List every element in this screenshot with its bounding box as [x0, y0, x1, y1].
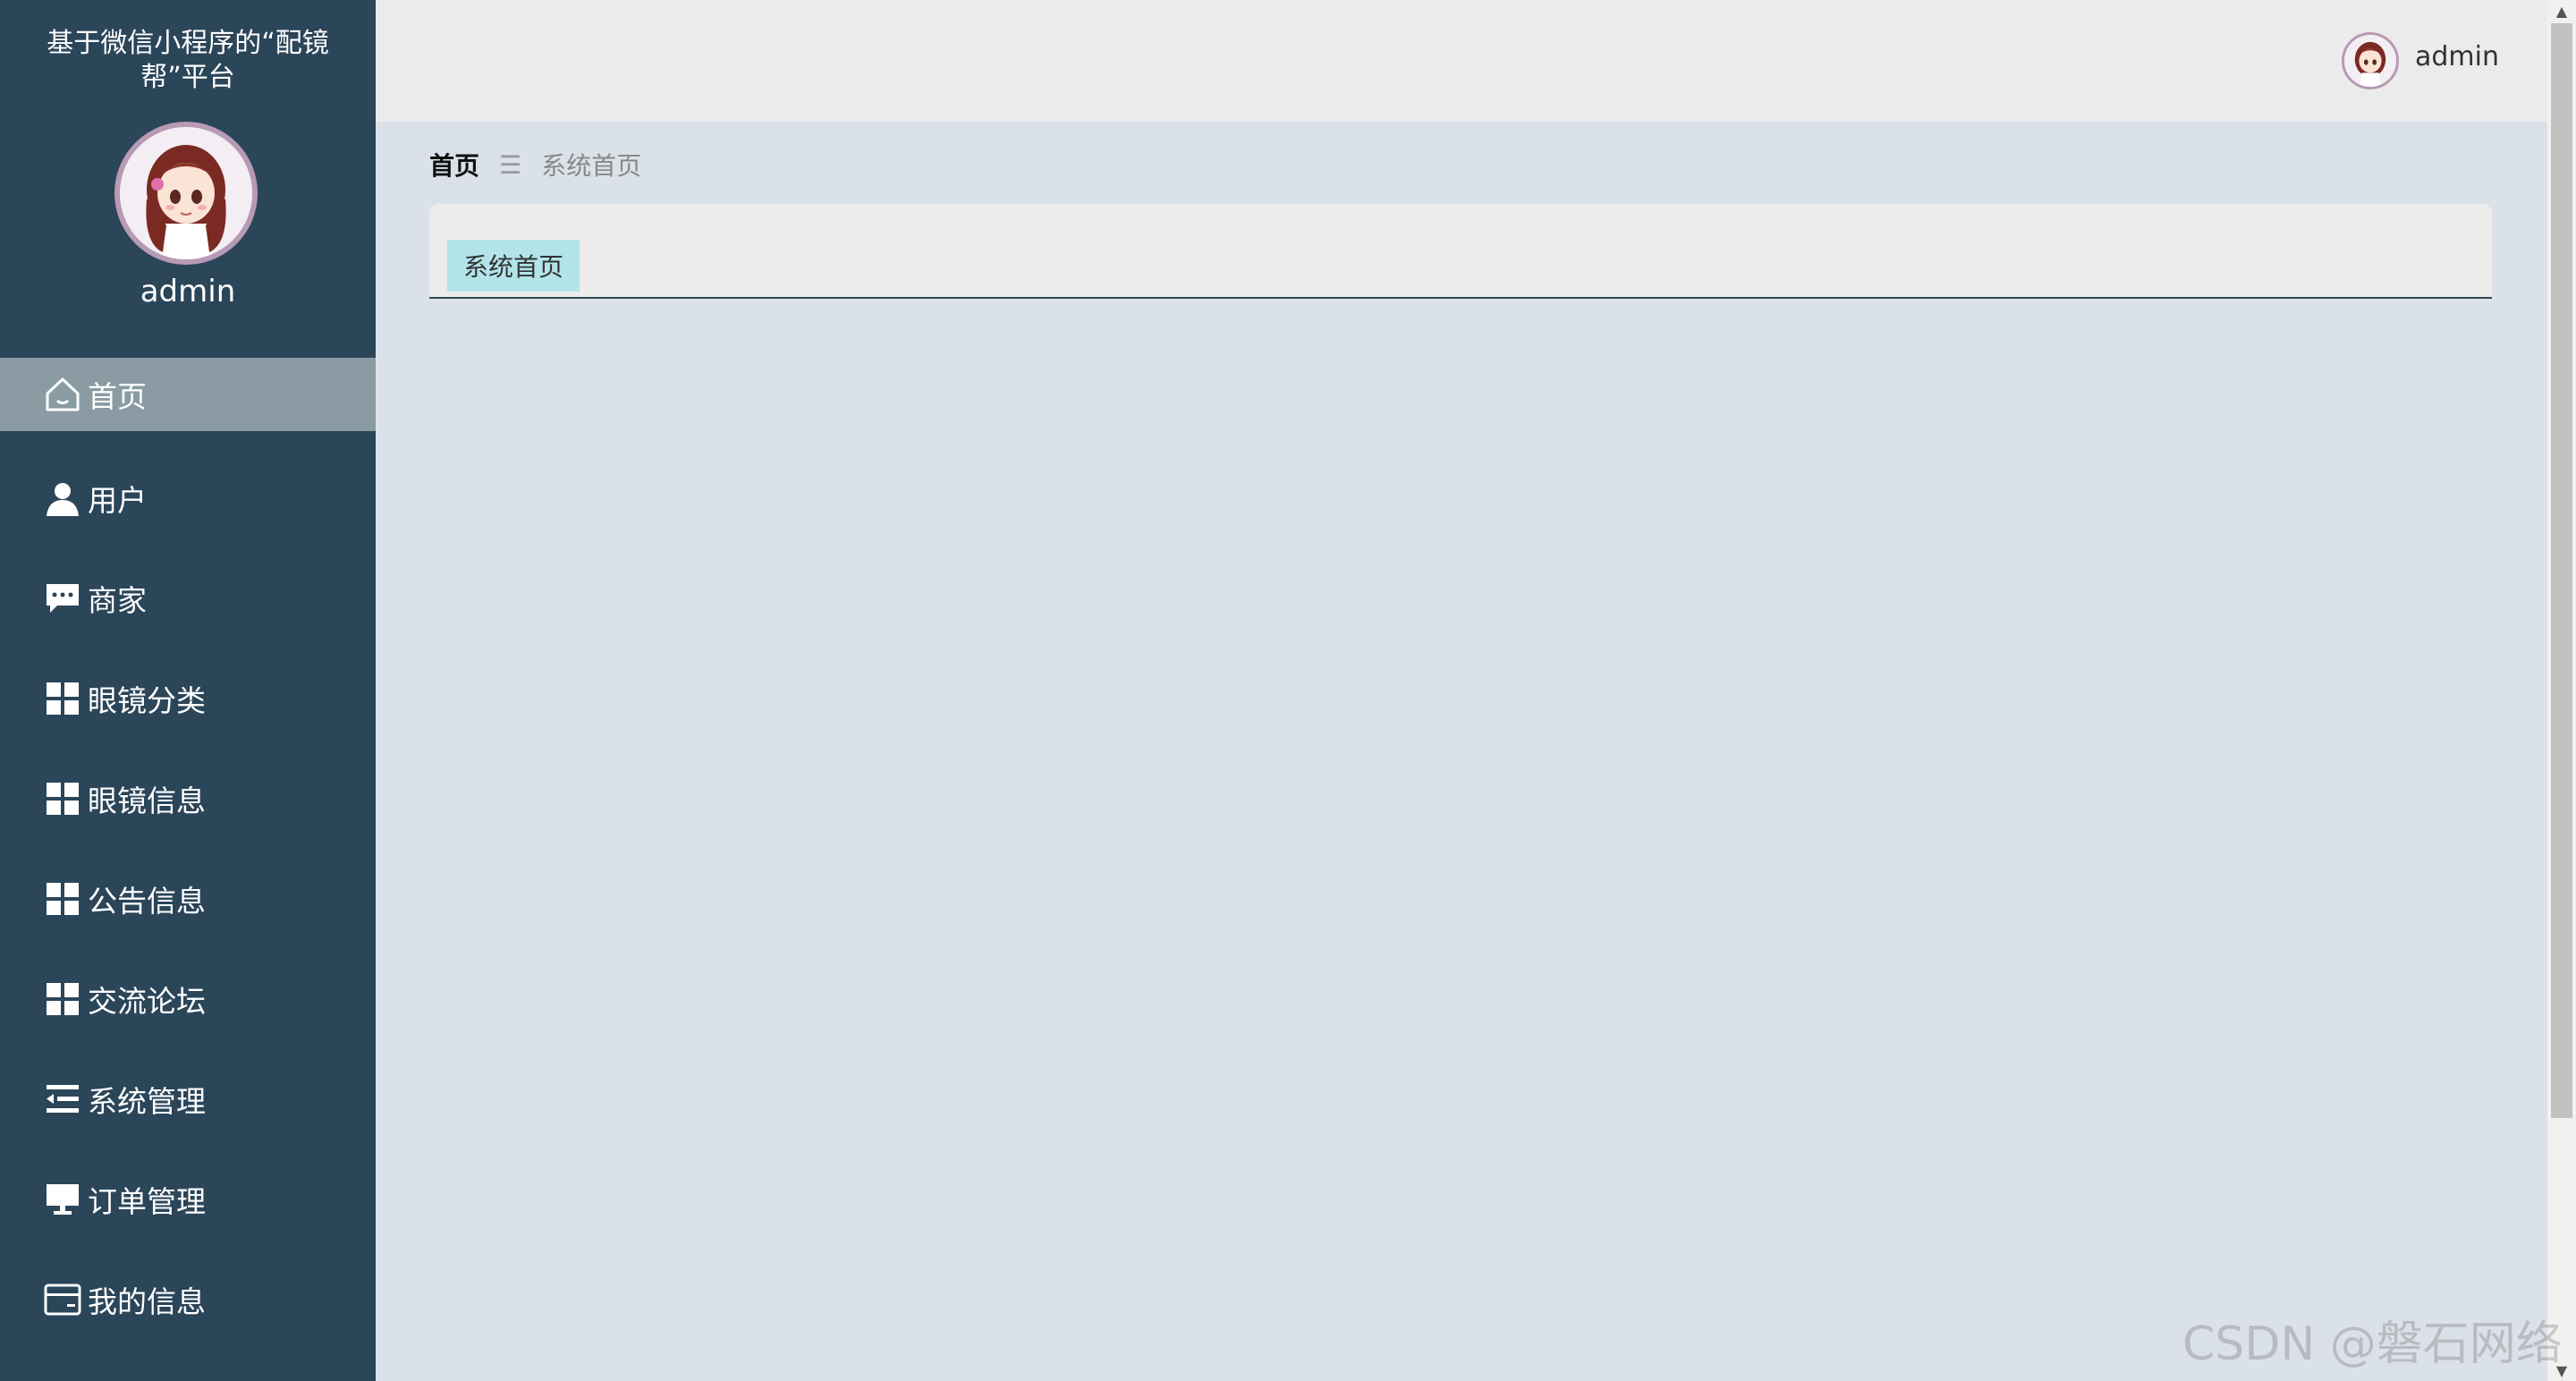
sidebar-item-home[interactable]: 首页	[0, 358, 376, 431]
sidebar-item-label: 订单管理	[88, 1184, 206, 1219]
home-icon	[43, 375, 82, 414]
avatar[interactable]	[2342, 32, 2399, 89]
scroll-up-arrow-icon[interactable]: ▲	[2547, 0, 2576, 21]
breadcrumb-current: 系统首页	[541, 151, 642, 181]
grid-icon	[43, 679, 82, 718]
vertical-scrollbar[interactable]: ▲ ▼	[2547, 0, 2576, 1381]
sidebar-item-announcements[interactable]: 公告信息	[0, 862, 376, 936]
sidebar-item-label: 公告信息	[88, 884, 206, 919]
breadcrumb: 首页 ☰ 系统首页	[429, 147, 641, 182]
topbar: admin	[376, 0, 2547, 122]
sidebar-item-label: 首页	[88, 379, 147, 414]
sidebar-item-label: 商家	[88, 583, 147, 618]
sidebar-item-label: 系统管理	[88, 1084, 206, 1119]
sidebar-item-glasses-info[interactable]: 眼镜信息	[0, 762, 376, 835]
sidebar-item-label: 交流论坛	[88, 984, 206, 1019]
sidebar: 基于微信小程序的“配镜帮”平台 admin 首页 用户 商家 眼镜分类 眼镜信息…	[0, 0, 376, 1381]
sidebar-item-users[interactable]: 用户	[0, 462, 376, 535]
sidebar-item-label: 眼镜信息	[88, 784, 206, 818]
tab-bar: 系统首页	[429, 204, 2492, 299]
sidebar-username: admin	[140, 274, 236, 309]
sidebar-menu: 首页 用户 商家 眼镜分类 眼镜信息 公告信息 交流论坛 系统管理 订单管理 我…	[0, 358, 376, 1363]
sidebar-item-merchants[interactable]: 商家	[0, 562, 376, 635]
sidebar-item-my-info[interactable]: 我的信息	[0, 1263, 376, 1336]
tab-system-home[interactable]: 系统首页	[447, 240, 580, 292]
grid-icon	[43, 779, 82, 818]
avatar-illustration-icon	[2344, 35, 2396, 87]
sidebar-item-forum[interactable]: 交流论坛	[0, 962, 376, 1036]
sidebar-item-orders[interactable]: 订单管理	[0, 1163, 376, 1236]
scrollbar-thumb[interactable]	[2551, 23, 2572, 1118]
app-title: 基于微信小程序的“配镜帮”平台	[47, 28, 329, 93]
sidebar-item-glasses-category[interactable]: 眼镜分类	[0, 662, 376, 735]
list-indent-icon	[43, 1080, 82, 1119]
watermark: CSDN @磐石网络	[2182, 1317, 2563, 1371]
main-content: 首页 ☰ 系统首页 系统首页	[376, 122, 2547, 1381]
sidebar-item-system[interactable]: 系统管理	[0, 1063, 376, 1136]
sidebar-item-label: 用户	[88, 483, 147, 518]
grid-icon	[43, 879, 82, 919]
grid-icon	[43, 979, 82, 1019]
chat-icon	[43, 579, 82, 618]
breadcrumb-home[interactable]: 首页	[429, 147, 479, 182]
user-icon	[43, 479, 82, 518]
avatar-illustration-icon	[120, 127, 252, 259]
card-icon	[43, 1280, 82, 1319]
sidebar-item-label: 眼镜分类	[88, 683, 206, 718]
breadcrumb-separator-icon: ☰	[499, 149, 522, 180]
avatar[interactable]	[114, 122, 258, 265]
header-username[interactable]: admin	[2415, 41, 2499, 72]
monitor-icon	[43, 1180, 82, 1219]
sidebar-item-label: 我的信息	[88, 1284, 206, 1319]
